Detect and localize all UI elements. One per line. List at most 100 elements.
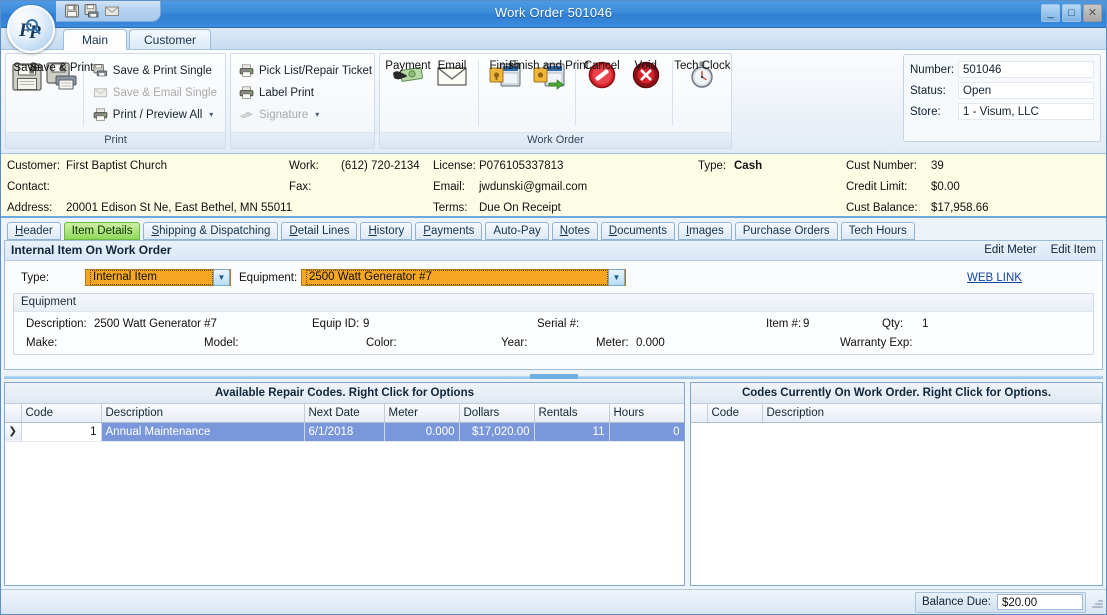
cell-next-date[interactable]: 6/1/2018: [304, 422, 385, 442]
edit-item-link[interactable]: Edit Item: [1051, 241, 1096, 260]
tech-clock-button-label: Tech Clock: [674, 60, 731, 72]
cell-meter[interactable]: 0.000: [384, 422, 460, 442]
print-preview-all-label: Print / Preview All: [112, 108, 203, 121]
cancel-button[interactable]: Cancel: [580, 58, 624, 92]
tab-item-details[interactable]: Item Details: [63, 222, 141, 240]
void-button[interactable]: Void: [624, 58, 668, 92]
tab-auto-pay-label: Auto-Pay: [493, 225, 541, 237]
column-header-code[interactable]: Code: [21, 404, 102, 423]
tab-history[interactable]: History: [360, 222, 413, 240]
type-label: Type:: [698, 160, 727, 172]
column-header-meter[interactable]: Meter: [384, 404, 460, 423]
item-number-value: 9: [803, 318, 810, 330]
window-resize-grip[interactable]: [1090, 595, 1104, 609]
title-bar: Work Order 501046 _ □ ✕: [1, 1, 1106, 28]
model-label: Model:: [204, 337, 239, 349]
web-link[interactable]: WEB LINK: [967, 272, 1022, 284]
panel-title: Internal Item On Work Order: [11, 243, 172, 257]
ribbon-group-print-caption: Print: [6, 132, 225, 148]
save-and-email-single-button[interactable]: Save & Email Single: [88, 82, 222, 103]
tab-purchase-orders[interactable]: Purchase Orders: [734, 222, 838, 240]
label-print-button[interactable]: Label Print: [234, 82, 388, 103]
tab-documents[interactable]: Documents: [600, 222, 675, 240]
tab-shipping-dispatching[interactable]: Shipping & Dispatching: [143, 222, 279, 240]
balance-due-value[interactable]: $20.00: [997, 594, 1083, 610]
number-value[interactable]: 501046: [958, 61, 1094, 78]
info-row-store: Store: 1 - Visum, LLC: [910, 102, 1094, 121]
year-label: Year:: [501, 337, 528, 349]
table-row[interactable]: ❯ 1 Annual Maintenance 6/1/2018 0.000 $1…: [5, 422, 684, 442]
maximize-button[interactable]: □: [1062, 4, 1081, 22]
tab-notes[interactable]: Notes: [551, 222, 598, 240]
serial-label: Serial #:: [537, 318, 580, 330]
window-controls: _ □ ✕: [1041, 4, 1102, 22]
store-value[interactable]: 1 - Visum, LLC: [958, 103, 1094, 120]
equipment-group-title: Equipment: [14, 294, 1093, 312]
print-preview-all-button[interactable]: Print / Preview All ▾: [88, 104, 222, 125]
chevron-down-icon[interactable]: ▾: [315, 110, 319, 119]
description-label: Description:: [26, 318, 87, 330]
horizontal-splitter[interactable]: [4, 372, 1103, 381]
ribbon-tab-customer[interactable]: Customer: [129, 29, 212, 49]
printer-small-icon: [93, 107, 108, 122]
credit-limit-label: Credit Limit:: [846, 181, 908, 193]
tech-clock-button[interactable]: Tech Clock: [674, 58, 731, 92]
available-grid-title: Available Repair Codes. Right Click for …: [5, 383, 684, 404]
cell-description[interactable]: Annual Maintenance: [101, 422, 305, 442]
pick-list-repair-ticket-label: Pick List/Repair Ticket: [259, 64, 373, 77]
tab-payments[interactable]: Payments: [415, 222, 483, 240]
type-dropdown[interactable]: Internal Item ▼: [85, 269, 231, 286]
column-header-rentals[interactable]: Rentals: [534, 404, 610, 423]
current-codes-panel: Codes Currently On Work Order. Right Cli…: [690, 382, 1103, 586]
tab-tech-hours[interactable]: Tech Hours: [840, 222, 915, 240]
status-value[interactable]: Open: [958, 82, 1094, 99]
signature-label: Signature: [259, 108, 309, 121]
tab-detail-lines[interactable]: Detail Lines: [281, 222, 358, 240]
make-label: Make:: [26, 337, 58, 349]
email-button-label: Email: [437, 60, 467, 72]
ribbon-tab-main[interactable]: Main: [63, 29, 127, 50]
cell-code[interactable]: 1: [21, 422, 102, 442]
payment-button[interactable]: Payment: [385, 58, 431, 92]
save-and-email-single-label: Save & Email Single: [112, 86, 217, 99]
close-button[interactable]: ✕: [1083, 4, 1102, 22]
equipment-dropdown[interactable]: 2500 Watt Generator #7 ▼: [301, 269, 626, 286]
signature-button[interactable]: Signature ▾: [234, 104, 388, 125]
tab-auto-pay[interactable]: Auto-Pay: [485, 222, 549, 240]
pick-list-repair-ticket-button[interactable]: Pick List/Repair Ticket ▾: [234, 60, 388, 81]
minimize-button[interactable]: _: [1041, 4, 1060, 22]
splitter-grip[interactable]: [529, 374, 578, 379]
tab-images[interactable]: Images: [677, 222, 732, 240]
edit-meter-link[interactable]: Edit Meter: [984, 241, 1036, 260]
address-label: Address:: [7, 202, 53, 214]
cell-hours[interactable]: 0: [609, 422, 684, 442]
chevron-down-icon[interactable]: ▾: [209, 110, 213, 119]
cell-dollars[interactable]: $17,020.00: [459, 422, 535, 442]
column-header-dollars[interactable]: Dollars: [459, 404, 535, 423]
available-repair-codes-panel: Available Repair Codes. Right Click for …: [4, 382, 685, 586]
column-header-description[interactable]: Description: [101, 404, 305, 423]
column-header-hours[interactable]: Hours: [609, 404, 684, 423]
store-label: Store:: [910, 105, 941, 118]
chevron-down-icon[interactable]: ▼: [213, 269, 230, 286]
tab-header[interactable]: Header: [7, 222, 61, 240]
equip-id-value: 9: [363, 318, 370, 330]
email-button[interactable]: Email: [430, 58, 474, 92]
app-logo-icon[interactable]: F P: [7, 5, 55, 53]
email-label: Email:: [433, 181, 465, 193]
contact-label: Contact:: [7, 181, 50, 193]
save-and-print-single-button[interactable]: Save & Print Single: [88, 60, 222, 81]
chevron-down-icon[interactable]: ▼: [608, 269, 625, 286]
customer-value: First Baptist Church: [66, 160, 167, 172]
qty-label: Qty:: [882, 318, 904, 330]
tab-item-details-label: Item Details: [71, 225, 133, 237]
column-header-next-date[interactable]: Next Date: [304, 404, 385, 423]
finish-and-print-button[interactable]: Finish and Print: [509, 58, 589, 92]
color-label: Color:: [366, 337, 397, 349]
column-header-code[interactable]: Code: [707, 404, 763, 423]
cell-rentals[interactable]: 11: [534, 422, 610, 442]
envelope-small-icon: [93, 85, 108, 100]
column-header-description[interactable]: Description: [762, 404, 1102, 423]
divider: [671, 60, 673, 126]
save-and-print-button[interactable]: Save & Print: [30, 58, 94, 94]
